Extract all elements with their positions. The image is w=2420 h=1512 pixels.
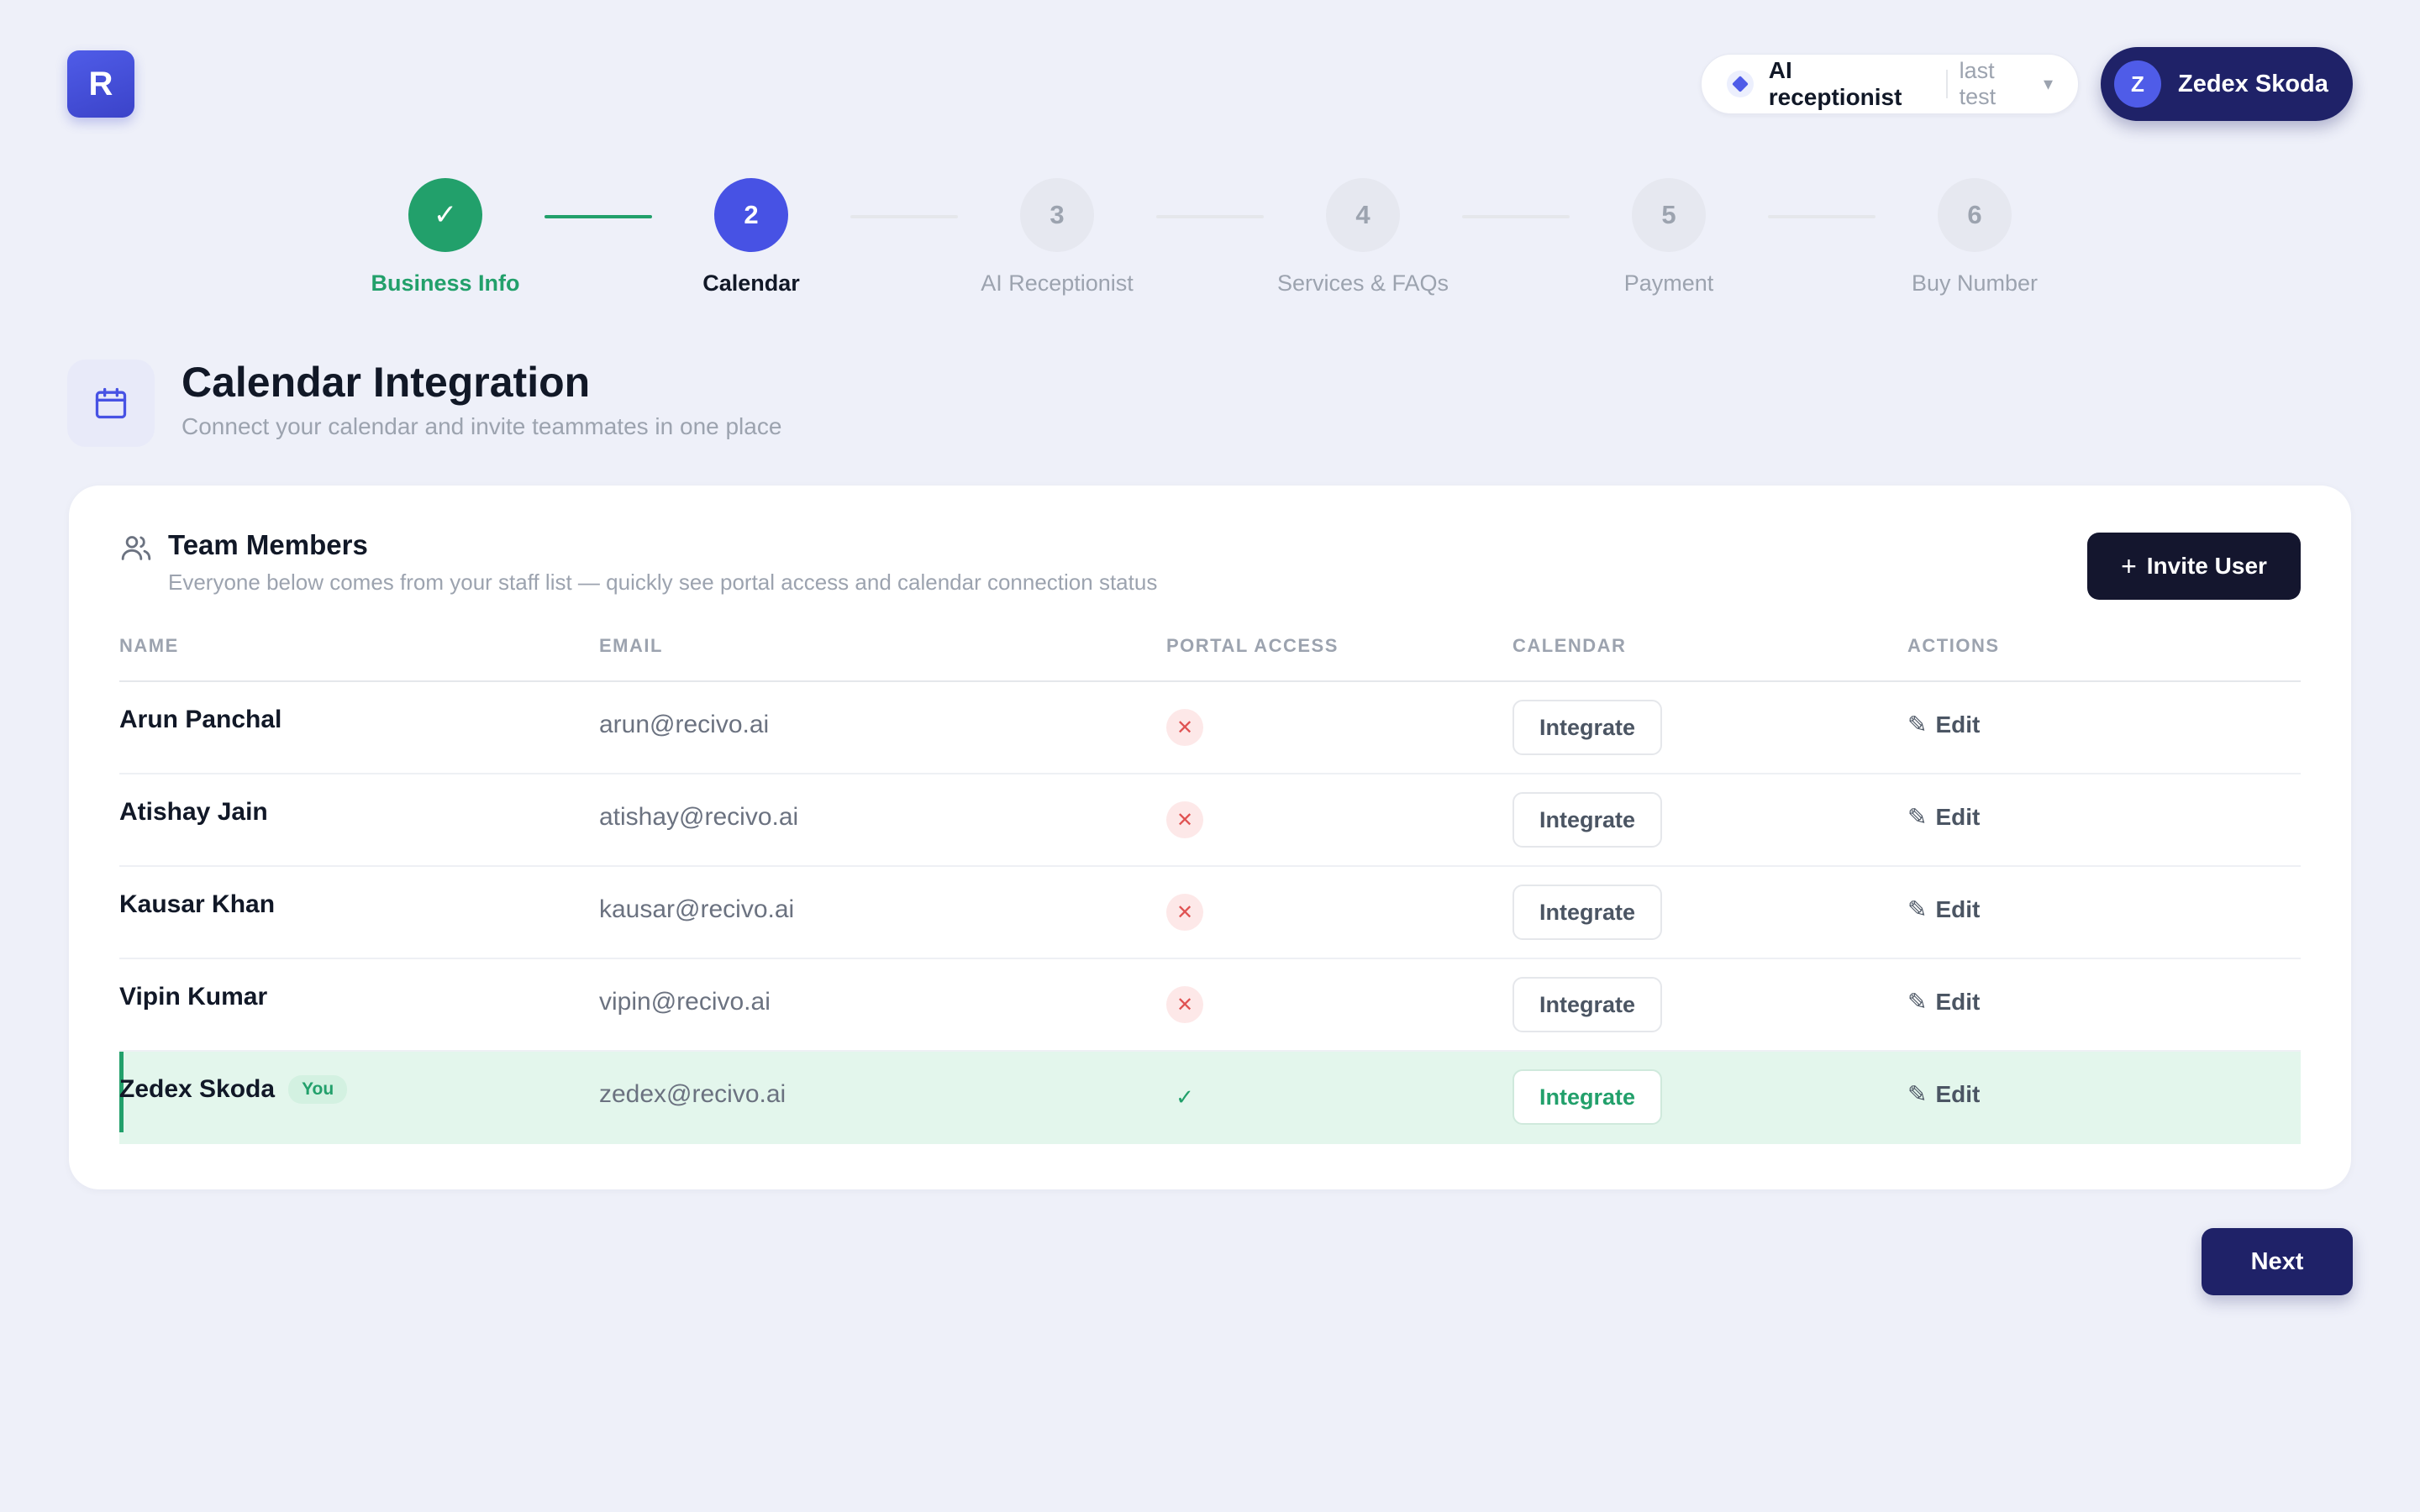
integrate-button[interactable]: Integrate (1512, 1069, 1662, 1125)
column-header-portal-access: PORTAL ACCESS (1166, 635, 1339, 656)
edit-label: Edit (1935, 1080, 1981, 1107)
member-name-cell: Vipin Kumar (119, 983, 267, 1011)
step-4[interactable]: 4 Services & FAQs (1237, 178, 1489, 297)
close-icon: ✕ (1166, 709, 1203, 746)
agent-selector[interactable]: AI receptionist last test ▾ (1701, 54, 2079, 114)
edit-button[interactable]: ✎ Edit (1907, 895, 1980, 923)
step-label: Buy Number (1911, 270, 2039, 296)
invite-user-label: Invite User (2146, 553, 2267, 579)
close-icon: ✕ (1166, 986, 1203, 1023)
close-icon: ✕ (1166, 894, 1203, 931)
step-1[interactable]: ✓ Business Info (319, 178, 571, 297)
edit-label: Edit (1935, 711, 1981, 738)
column-header-email: EMAIL (599, 635, 663, 656)
integrate-button[interactable]: Integrate (1512, 977, 1662, 1032)
you-badge: You (288, 1075, 348, 1104)
step-label: Calendar (702, 270, 800, 296)
step-6[interactable]: 6 Buy Number (1849, 178, 2101, 297)
table-row: Arun Panchal arun@recivo.ai ✕ Integrate ✎ Edi… (119, 682, 2301, 774)
calendar-icon (67, 360, 155, 447)
pencil-icon: ✎ (1907, 989, 1928, 1015)
user-name: Zedex Skoda (2178, 70, 2328, 97)
table-row: Zedex Skoda You zedex@recivo.ai ✓ Integrate ✎… (119, 1052, 2301, 1144)
edit-button[interactable]: ✎ Edit (1907, 711, 1980, 738)
step-2[interactable]: 2 Calendar (625, 178, 877, 297)
edit-label: Edit (1935, 803, 1981, 830)
check-icon: ✓ (1176, 1084, 1194, 1110)
column-header-actions: ACTIONS (1907, 635, 2000, 656)
table-row: Kausar Khan kausar@recivo.ai ✕ Integrate ✎ Ed… (119, 867, 2301, 959)
column-header-name: NAME (119, 635, 179, 656)
diamond-icon (1727, 71, 1754, 97)
member-name-cell: Kausar Khan (119, 890, 275, 919)
pencil-icon: ✎ (1907, 804, 1928, 830)
pencil-icon: ✎ (1907, 1081, 1928, 1107)
step-number: 3 (1020, 178, 1094, 252)
pencil-icon: ✎ (1907, 711, 1928, 738)
member-name-cell: Atishay Jain (119, 798, 268, 827)
table-row: Atishay Jain atishay@recivo.ai ✕ Integrate ✎… (119, 774, 2301, 867)
member-email: vipin@recivo.ai (599, 988, 771, 1016)
app-logo[interactable]: R (67, 50, 134, 118)
card-subtitle: Everyone below comes from your staff lis… (168, 570, 1158, 595)
member-name: Zedex Skoda (119, 1075, 276, 1103)
users-icon (119, 531, 153, 569)
integrate-button[interactable]: Integrate (1512, 792, 1662, 848)
step-label: AI Receptionist (981, 270, 1134, 296)
step-number: 2 (714, 178, 788, 252)
edit-label: Edit (1935, 988, 1981, 1015)
check-icon: ✓ (408, 178, 482, 252)
plus-icon: + (2121, 550, 2137, 581)
member-email: zedex@recivo.ai (599, 1080, 786, 1108)
edit-label: Edit (1935, 895, 1981, 922)
integrate-button[interactable]: Integrate (1512, 700, 1662, 755)
member-name: Vipin Kumar (119, 983, 268, 1011)
pencil-icon: ✎ (1907, 896, 1928, 922)
step-5[interactable]: 5 Payment (1543, 178, 1795, 297)
step-number: 5 (1632, 178, 1706, 252)
step-3[interactable]: 3 AI Receptionist (931, 178, 1183, 297)
member-name-cell: Arun Panchal (119, 706, 281, 734)
member-name: Kausar Khan (119, 890, 276, 918)
agent-name: AI receptionist (1768, 57, 1902, 110)
team-members-card: Team Members Everyone below comes from y… (69, 486, 2351, 1189)
card-title: Team Members (168, 529, 368, 560)
edit-button[interactable]: ✎ Edit (1907, 1080, 1980, 1108)
step-label: Business Info (371, 270, 520, 296)
member-email: kausar@recivo.ai (599, 895, 795, 923)
member-email: arun@recivo.ai (599, 711, 770, 738)
close-icon: ✕ (1166, 801, 1203, 838)
avatar: Z (2114, 60, 2161, 108)
edit-button[interactable]: ✎ Edit (1907, 988, 1980, 1016)
member-name: Arun Panchal (119, 706, 282, 733)
chevron-down-icon: ▾ (2043, 73, 2053, 94)
user-menu-button[interactable]: Z Zedex Skoda (2101, 47, 2353, 121)
member-name-cell: Zedex Skoda You (119, 1075, 348, 1104)
page-title: Calendar Integration (182, 359, 591, 406)
step-number: 4 (1326, 178, 1400, 252)
step-number: 6 (1938, 178, 2012, 252)
next-button[interactable]: Next (2202, 1228, 2353, 1295)
step-label: Payment (1623, 270, 1714, 296)
step-label: Services & FAQs (1276, 270, 1449, 296)
member-name: Atishay Jain (119, 798, 268, 826)
column-header-calendar: CALENDAR (1512, 635, 1627, 656)
edit-button[interactable]: ✎ Edit (1907, 803, 1980, 831)
table-row: Vipin Kumar vipin@recivo.ai ✕ Integrate ✎ Edi… (119, 959, 2301, 1052)
integrate-button[interactable]: Integrate (1512, 885, 1662, 940)
agent-divider (1945, 70, 1948, 98)
invite-user-button[interactable]: + Invite User (2087, 533, 2301, 600)
member-email: atishay@recivo.ai (599, 803, 799, 831)
agent-sub-label: last test (1959, 58, 1996, 109)
page-subtitle: Connect your calendar and invite teammat… (182, 413, 782, 439)
